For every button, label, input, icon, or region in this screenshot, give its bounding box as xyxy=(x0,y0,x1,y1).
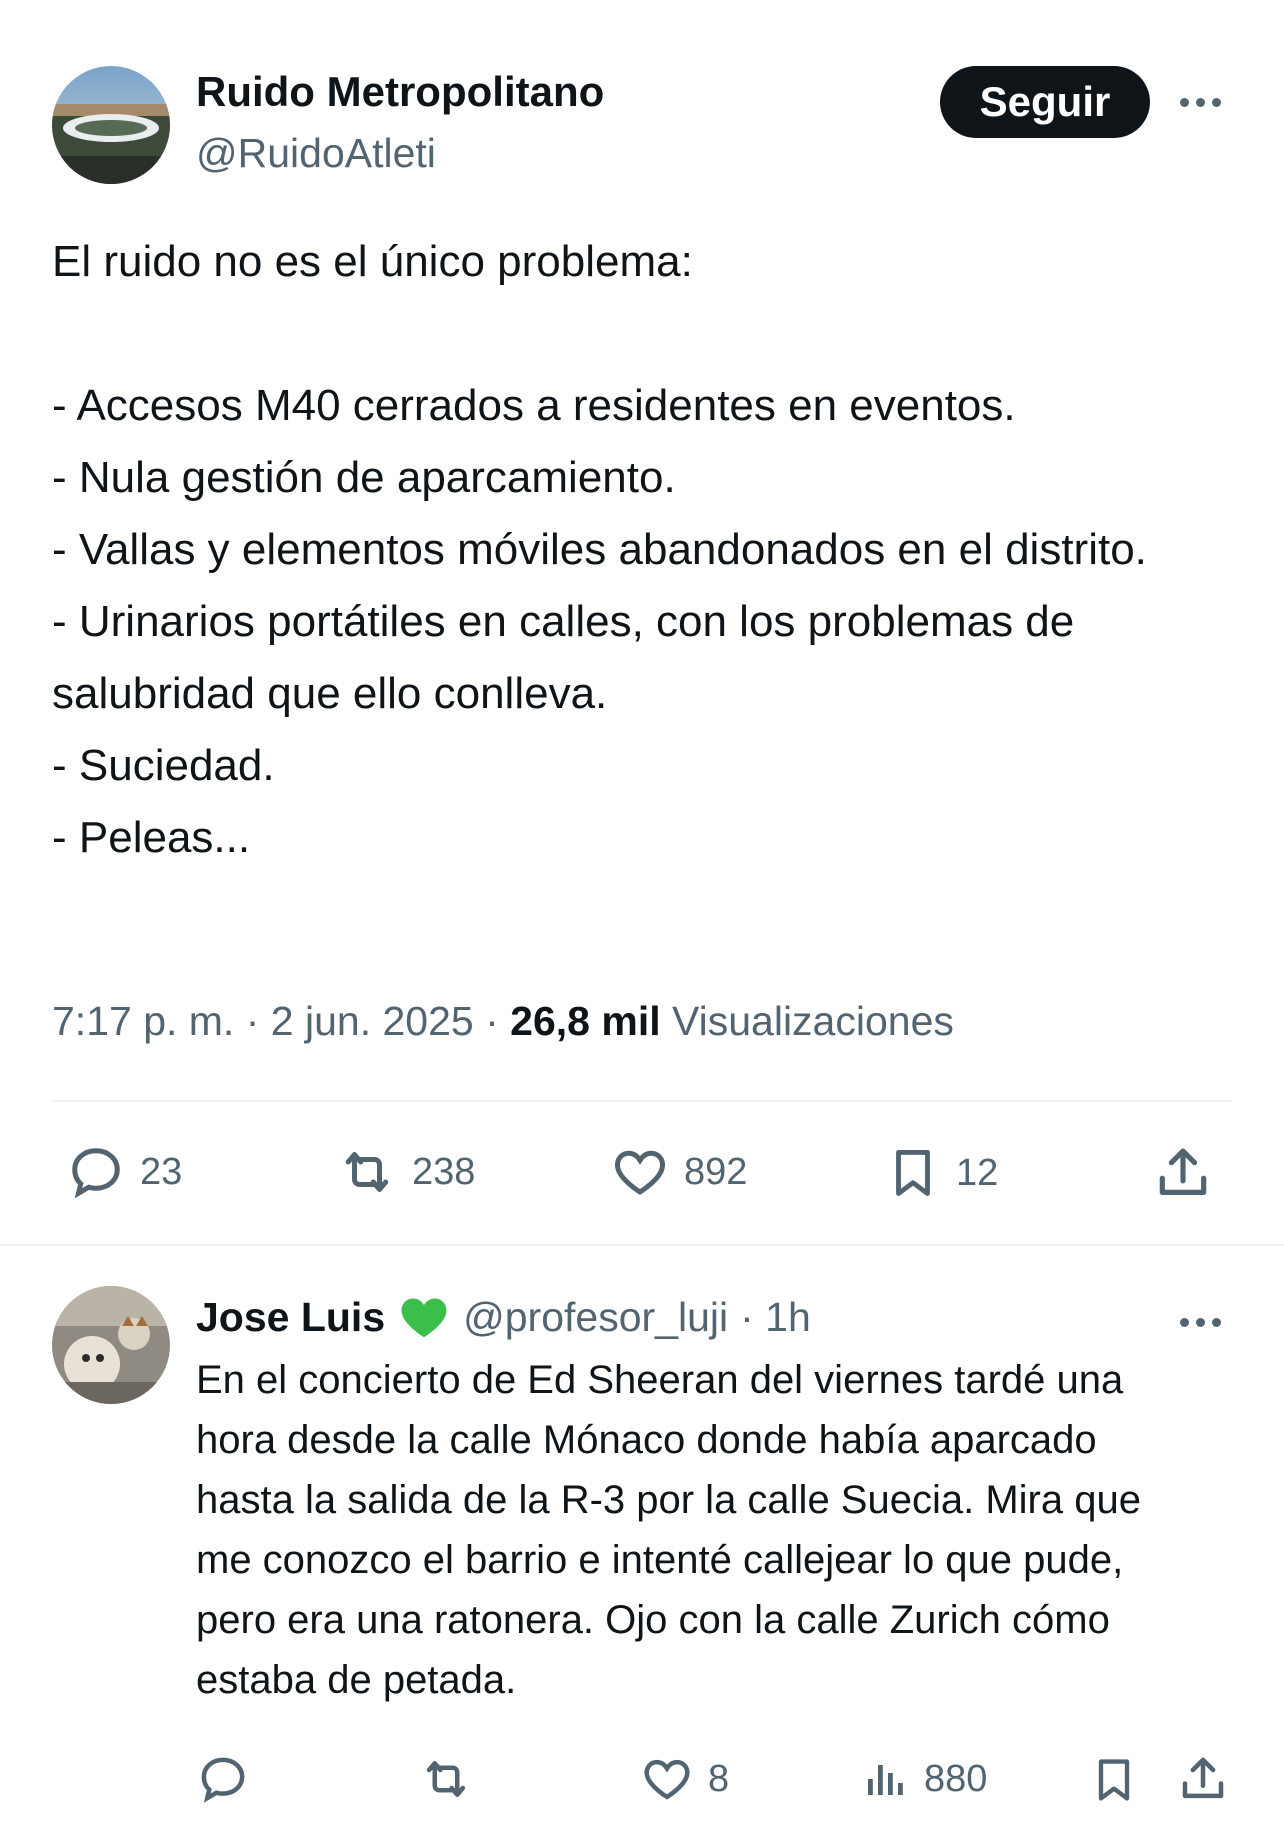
bookmark-count: 12 xyxy=(956,1151,999,1194)
more-options-icon[interactable] xyxy=(1180,98,1221,107)
retweet-count: 238 xyxy=(412,1150,476,1193)
bookmark-icon xyxy=(896,1150,930,1196)
reply-author-name[interactable]: Jose Luis xyxy=(196,1294,385,1341)
reply-views-action[interactable]: 880 xyxy=(862,1752,987,1806)
reply-icon xyxy=(201,1757,245,1803)
section-divider xyxy=(0,1244,1284,1246)
author-avatar[interactable] xyxy=(52,66,170,184)
views-label[interactable]: Visualizaciones xyxy=(672,998,954,1044)
author-handle[interactable]: @RuidoAtleti xyxy=(196,130,436,177)
share-icon xyxy=(1182,1757,1224,1799)
retweet-action[interactable]: 238 xyxy=(336,1142,475,1202)
share-icon xyxy=(1159,1148,1207,1195)
reply-like-count: 8 xyxy=(708,1757,730,1800)
reply-bookmark-action[interactable] xyxy=(1088,1752,1140,1813)
reply-count: 23 xyxy=(140,1150,183,1193)
author-name[interactable]: Ruido Metropolitano xyxy=(196,68,604,116)
reply-text: En el concierto de Ed Sheeran del vierne… xyxy=(196,1358,1153,1702)
tweet-meta: 7:17 p. m. · 2 jun. 2025 · 26,8 mil Visu… xyxy=(52,998,954,1045)
heart-icon xyxy=(644,1759,690,1800)
reply-retweet-action[interactable] xyxy=(418,1752,474,1811)
follow-button[interactable]: Seguir xyxy=(940,66,1150,138)
heart-icon xyxy=(615,1150,665,1195)
analytics-icon xyxy=(868,1765,903,1795)
tweet-time[interactable]: 7:17 p. m. xyxy=(52,998,234,1044)
meta-separator: · xyxy=(485,998,499,1044)
reply-time[interactable]: · 1h xyxy=(740,1294,811,1341)
retweet-icon xyxy=(426,1761,466,1797)
bookmark-action[interactable]: 12 xyxy=(884,1142,998,1204)
reply-avatar[interactable] xyxy=(52,1286,170,1404)
share-action[interactable] xyxy=(1152,1142,1214,1209)
reply-more-options-icon[interactable] xyxy=(1180,1318,1221,1327)
reply-author-handle[interactable]: @profesor_luji xyxy=(463,1294,728,1341)
tweet-text: El ruido no es el único problema: - Acce… xyxy=(52,237,1147,862)
reply-like-action[interactable]: 8 xyxy=(640,1752,729,1806)
reply-icon xyxy=(72,1148,120,1199)
bookmark-icon xyxy=(1098,1759,1130,1801)
divider xyxy=(52,1100,1232,1102)
like-count: 892 xyxy=(684,1150,748,1193)
reply-action[interactable]: 23 xyxy=(66,1142,182,1202)
reply-share-action[interactable] xyxy=(1176,1752,1230,1811)
views-count: 26,8 mil xyxy=(510,998,661,1044)
green-heart-badge xyxy=(397,1290,451,1344)
reply-reply-action[interactable] xyxy=(196,1752,250,1811)
meta-separator: · xyxy=(245,998,260,1044)
reply-header: Jose Luis @profesor_luji · 1h xyxy=(196,1290,811,1344)
like-action[interactable]: 892 xyxy=(610,1142,747,1202)
tweet-date[interactable]: 2 jun. 2025 xyxy=(271,998,474,1044)
retweet-icon xyxy=(345,1152,389,1192)
reply-views-count: 880 xyxy=(924,1757,988,1800)
